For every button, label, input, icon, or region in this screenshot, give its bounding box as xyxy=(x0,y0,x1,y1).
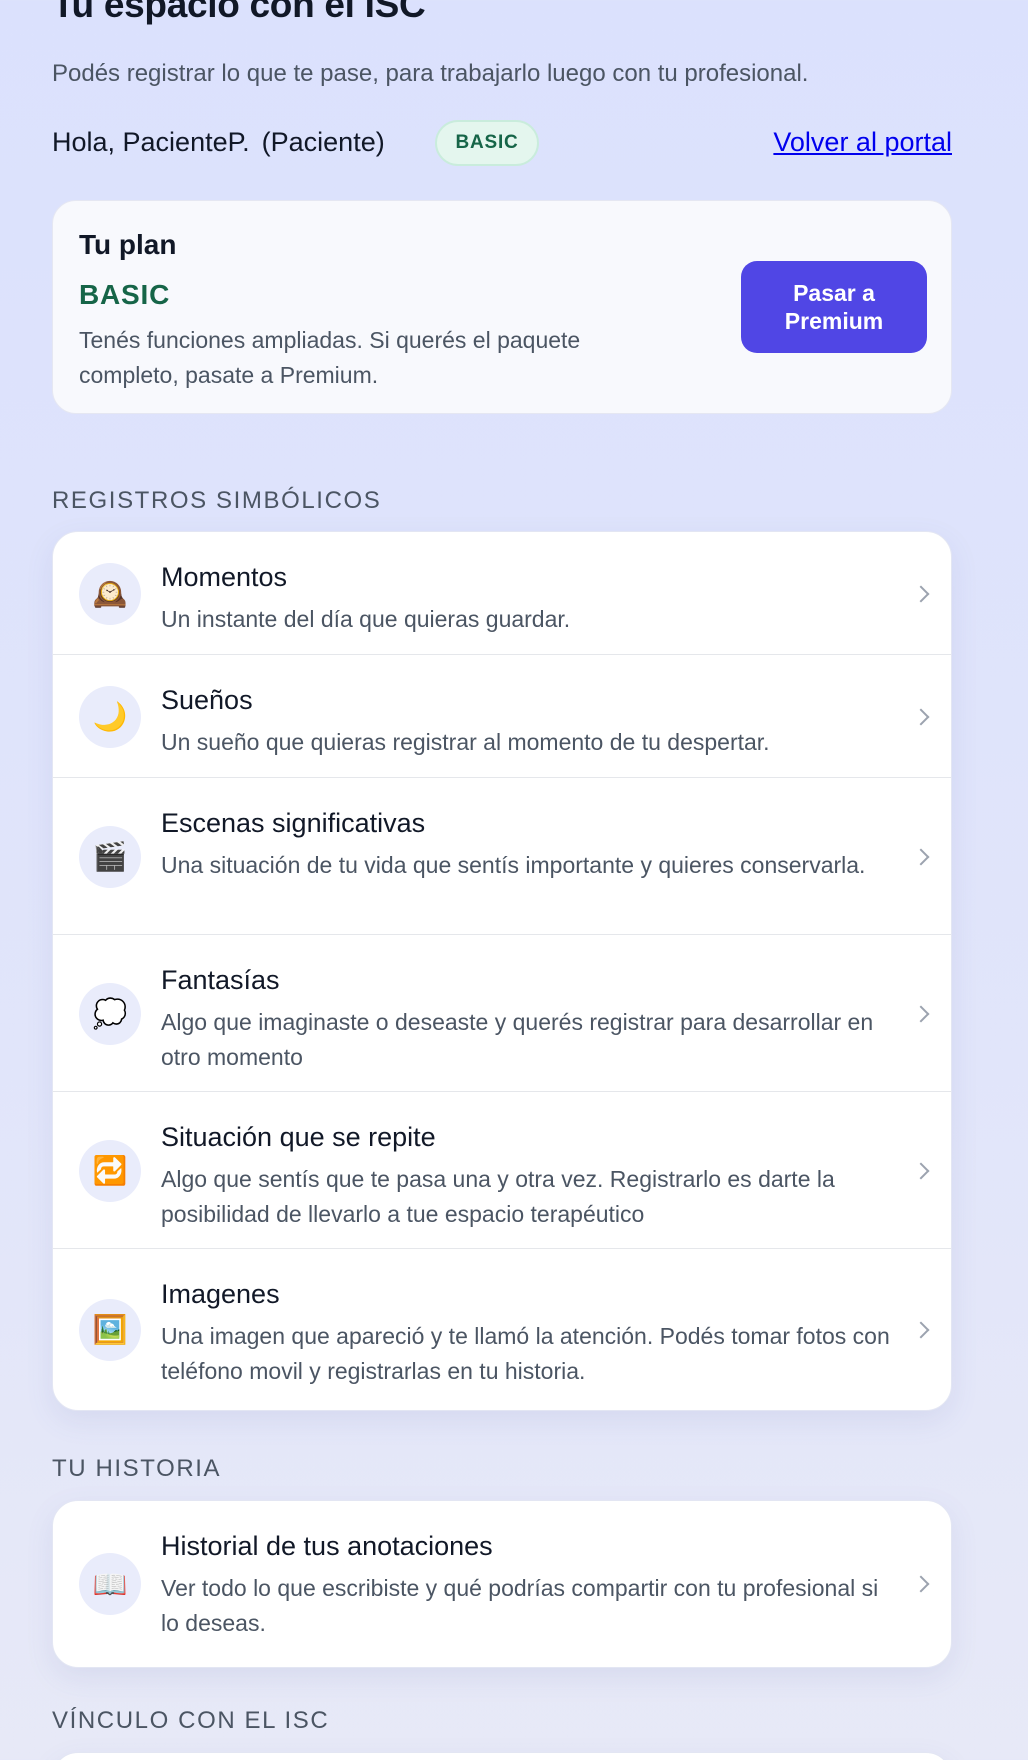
crescent-moon-icon: 🌙 xyxy=(79,685,141,748)
list-item-description: Un sueño que quieras registrar al moment… xyxy=(161,729,770,755)
list-item-description: Algo que imaginaste o deseaste y querés … xyxy=(161,1009,874,1070)
list-item-description: Algo que sentís que te pasa una y otra v… xyxy=(161,1166,835,1227)
list-item-description: Un instante del día que quieras guardar. xyxy=(161,606,571,632)
plan-heading: Tu plan xyxy=(79,229,177,260)
list-item-title: Fantasías xyxy=(161,965,280,995)
list-item-sueños[interactable]: 🌙 Sueños Un sueño que quieras registrar al… xyxy=(53,655,951,778)
list-item-description: Una situación de tu vida que sentís impo… xyxy=(161,852,866,878)
mantelpiece-clock-icon: 🕰️ xyxy=(79,562,141,625)
chevron-right-icon xyxy=(912,1575,930,1593)
list-item-title: Historial de tus anotaciones xyxy=(161,1531,493,1561)
chevron-right-icon xyxy=(912,1005,930,1022)
chevron-right-icon xyxy=(912,848,930,865)
list-item-escenas-significativas[interactable]: 🎬 Escenas significativas Una situación de … xyxy=(53,778,951,935)
back-to-portal-link[interactable]: Volver al portal xyxy=(773,127,952,158)
upgrade-premium-button[interactable]: Pasar a Premium xyxy=(741,261,927,353)
list-item-title: Situación que se repite xyxy=(161,1122,436,1152)
section-label-historia: TU HISTORIA xyxy=(52,1455,222,1482)
list-item-description: Una imagen que apareció y te llamó la at… xyxy=(161,1323,890,1384)
repeat-arrows-icon: 🔁 xyxy=(79,1139,141,1202)
list-item-title: Sueños xyxy=(161,685,253,715)
list-item-title: Escenas significativas xyxy=(161,808,426,838)
list-item-description: Ver todo lo que escribiste y qué podrías… xyxy=(161,1575,879,1636)
historia-list: 📖 Historial de tus anotaciones Ver todo lo… xyxy=(52,1500,952,1668)
greeting-row: Hola, PacienteP. (Paciente) BASIC Volver … xyxy=(52,118,952,168)
list-item-situación-que-se-repite[interactable]: 🔁 Situación que se repite Algo que sentís … xyxy=(53,1092,951,1249)
plan-description: Tenés funciones ampliadas. Si querés el … xyxy=(79,327,581,388)
clapper-board-icon: 🎬 xyxy=(79,825,141,888)
plan-name: BASIC xyxy=(79,279,171,310)
section-label-registros: REGISTROS SIMBÓLICOS xyxy=(52,487,382,514)
open-book-icon: 📖 xyxy=(79,1553,141,1615)
chevron-right-icon xyxy=(912,708,930,725)
plan-card: Tu plan BASIC Tenés funciones ampliadas.… xyxy=(52,200,952,414)
page-subtitle: Podés registrar lo que te pase, para tra… xyxy=(52,60,809,87)
section-label-vinculo: VÍNCULO CON EL ISC xyxy=(52,1707,330,1734)
list-item-title: Imagenes xyxy=(161,1279,280,1309)
plan-badge: BASIC xyxy=(435,120,539,166)
page-title: Tu espacio con el ISC xyxy=(52,0,426,25)
vinculo-list xyxy=(52,1752,952,1760)
chevron-right-icon xyxy=(912,585,930,602)
registros-list: 🕰️ Momentos Un instante del día que quiera… xyxy=(52,531,952,1411)
list-item-historial-de-tus-anotaciones[interactable]: 📖 Historial de tus anotaciones Ver todo lo… xyxy=(53,1501,951,1667)
greeting: Hola, PacienteP. (Paciente) xyxy=(52,127,385,158)
framed-picture-icon: 🖼️ xyxy=(79,1298,141,1361)
chevron-right-icon xyxy=(912,1162,930,1179)
list-item-fantasías[interactable]: 💭 Fantasías Algo que imaginaste o deseaste… xyxy=(53,935,951,1092)
user-role: (Paciente) xyxy=(261,127,385,157)
list-item-momentos[interactable]: 🕰️ Momentos Un instante del día que quiera… xyxy=(53,532,951,655)
thought-balloon-icon: 💭 xyxy=(79,982,141,1045)
greeting-text: Hola, PacienteP. xyxy=(52,127,250,157)
list-item-title: Momentos xyxy=(161,562,288,592)
list-item-imagenes[interactable]: 🖼️ Imagenes Una imagen que apareció y te l… xyxy=(53,1249,951,1410)
chevron-right-icon xyxy=(912,1321,930,1338)
